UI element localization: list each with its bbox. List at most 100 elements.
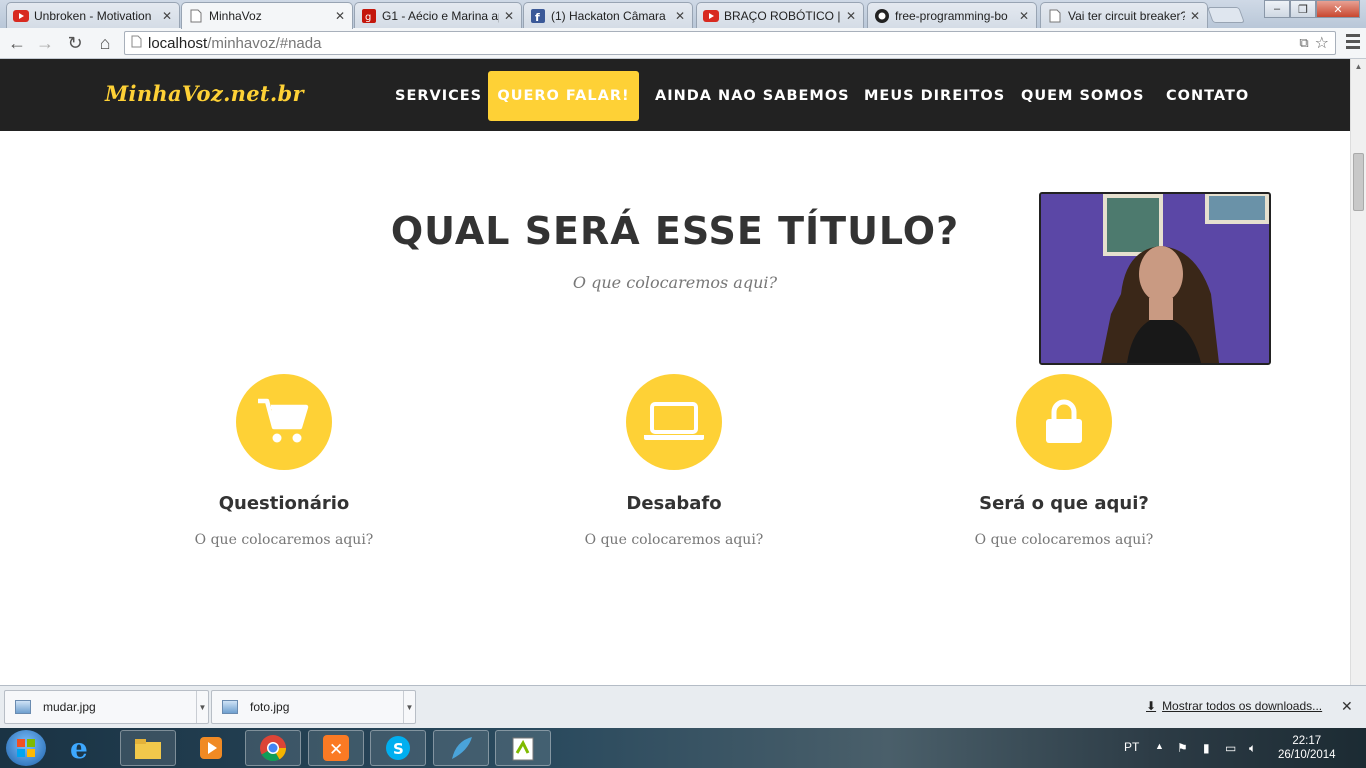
- windows-taskbar: e ✕ S PT ▲ ⚑ ▮ ▭ 🔈︎ 22:17 26/10/2014: [0, 728, 1366, 768]
- close-tab-icon[interactable]: ✕: [1189, 9, 1201, 23]
- svg-text:f: f: [535, 11, 540, 23]
- feature-text: O que colocaremos aqui?: [974, 532, 1154, 548]
- page-icon: [1047, 8, 1063, 24]
- nav-quem-somos[interactable]: QUEM SOMOS: [1006, 71, 1159, 121]
- scrollbar-thumb[interactable]: [1353, 153, 1364, 211]
- clock-date: 26/10/2014: [1278, 749, 1336, 761]
- close-window-icon[interactable]: ✕: [1316, 0, 1360, 18]
- close-tab-icon[interactable]: ✕: [1018, 9, 1030, 23]
- feature-icon-circle: [236, 374, 332, 470]
- show-all-downloads-label: Mostrar todos os downloads...: [1162, 699, 1323, 713]
- language-indicator[interactable]: PT: [1124, 740, 1139, 754]
- bookmark-star-icon[interactable]: ☆: [1315, 33, 1329, 53]
- browser-tab-strip: Unbroken - Motivation ✕ MinhaVoz ✕ g G1 …: [0, 0, 1366, 29]
- feature-title: Questionário: [218, 493, 350, 514]
- chrome-menu-icon[interactable]: [1346, 34, 1360, 52]
- lock-icon: [1046, 399, 1082, 443]
- site-navbar: MinhaVoz.net.br SERVICES QUERO FALAR! AI…: [0, 59, 1350, 131]
- close-shelf-icon[interactable]: ✕: [1341, 698, 1353, 715]
- laptop-icon: [644, 402, 704, 440]
- feature-text: O que colocaremos aqui?: [584, 532, 764, 548]
- network-icon[interactable]: ▭: [1225, 741, 1236, 755]
- page-icon: [188, 8, 204, 24]
- tab-minhavoz[interactable]: MinhaVoz ✕: [181, 2, 353, 29]
- tab-title: Vai ter circuit breaker?: [1068, 8, 1185, 23]
- feature-desabafo: Desabafo O que colocaremos aqui?: [524, 374, 824, 548]
- nav-contato[interactable]: CONTATO: [1151, 71, 1264, 121]
- skype-icon[interactable]: S: [370, 730, 426, 766]
- feature-title: Será o que aqui?: [979, 493, 1149, 514]
- home-icon[interactable]: ⌂: [94, 32, 116, 54]
- tab-title: Unbroken - Motivation: [34, 8, 152, 23]
- feature-icon-circle: [1016, 374, 1112, 470]
- close-tab-icon[interactable]: ✕: [503, 9, 515, 23]
- tab-title: (1) Hackaton Câmara: [551, 8, 666, 23]
- feature-icon-circle: [626, 374, 722, 470]
- feature-questionario: Questionário O que colocaremos aqui?: [134, 374, 434, 548]
- image-file-icon: [222, 700, 238, 714]
- tab-title: G1 - Aécio e Marina ap: [382, 8, 499, 23]
- back-arrow-icon[interactable]: ←: [6, 32, 28, 54]
- translate-icon[interactable]: ⧉: [1299, 35, 1308, 51]
- download-filename: mudar.jpg: [43, 700, 96, 714]
- reload-icon[interactable]: ↻: [64, 32, 86, 54]
- download-item[interactable]: mudar.jpg ▼: [4, 690, 209, 724]
- webcam-image: [1041, 194, 1269, 363]
- nav-ainda-nao-sabemos[interactable]: AINDA NAO SABEMOS: [640, 71, 865, 121]
- facebook-icon: f: [530, 8, 546, 24]
- site-brand[interactable]: MinhaVoz.net.br: [105, 81, 304, 106]
- download-filename: foto.jpg: [250, 700, 290, 714]
- url-path: /minhavoz/#nada: [207, 34, 322, 52]
- forward-arrow-icon[interactable]: →: [34, 32, 56, 54]
- chevron-up-icon[interactable]: ▲: [1155, 741, 1164, 751]
- page-scrollbar[interactable]: ▲: [1350, 59, 1366, 685]
- xampp-icon[interactable]: ✕: [308, 730, 364, 766]
- feature-text: O que colocaremos aqui?: [194, 532, 374, 548]
- svg-text:S: S: [393, 740, 404, 758]
- image-file-icon: [15, 700, 31, 714]
- tab-title: MinhaVoz: [209, 9, 262, 23]
- tab-braco-robotico[interactable]: BRAÇO ROBÓTICO | P ✕: [696, 2, 864, 28]
- new-tab-button[interactable]: [1207, 7, 1245, 23]
- minimize-icon[interactable]: –: [1264, 0, 1290, 18]
- volume-icon[interactable]: 🔈︎: [1249, 741, 1256, 756]
- youtube-icon: [13, 8, 29, 24]
- restore-icon[interactable]: ❐: [1290, 0, 1316, 18]
- close-tab-icon[interactable]: ✕: [161, 9, 173, 23]
- show-all-downloads-link[interactable]: ⬇ Mostrar todos os downloads...: [1146, 699, 1322, 713]
- internet-explorer-icon[interactable]: e: [70, 732, 88, 765]
- notepad-plus-plus-icon[interactable]: [495, 730, 551, 766]
- page-viewport: MinhaVoz.net.br SERVICES QUERO FALAR! AI…: [0, 59, 1350, 685]
- nav-services[interactable]: SERVICES: [380, 71, 497, 121]
- flag-icon[interactable]: ⚑: [1177, 741, 1188, 755]
- download-item[interactable]: foto.jpg ▼: [211, 690, 416, 724]
- system-clock[interactable]: 22:17 26/10/2014: [1278, 734, 1336, 762]
- chevron-down-icon[interactable]: ▼: [196, 691, 208, 723]
- tab-circuit-breaker[interactable]: Vai ter circuit breaker? ✕: [1040, 2, 1208, 28]
- start-orb-icon[interactable]: [6, 730, 46, 766]
- download-shelf: mudar.jpg ▼ foto.jpg ▼ ⬇ Mostrar todos os…: [0, 685, 1366, 728]
- tab-g1[interactable]: g G1 - Aécio e Marina ap ✕: [354, 2, 522, 28]
- tab-free-programming[interactable]: free-programming-bo ✕: [867, 2, 1037, 28]
- close-tab-icon[interactable]: ✕: [674, 9, 686, 23]
- tab-unbroken[interactable]: Unbroken - Motivation ✕: [6, 2, 180, 28]
- file-explorer-icon[interactable]: [120, 730, 176, 766]
- clock-time: 22:17: [1292, 735, 1322, 747]
- media-player-icon[interactable]: [183, 730, 239, 766]
- feature-sera-o-que: Será o que aqui? O que colocaremos aqui?: [914, 374, 1214, 548]
- close-tab-icon[interactable]: ✕: [845, 9, 857, 23]
- nav-quero-falar[interactable]: QUERO FALAR!: [488, 71, 639, 121]
- scroll-up-icon[interactable]: ▲: [1351, 59, 1366, 75]
- tab-hackaton[interactable]: f (1) Hackaton Câmara ✕: [523, 2, 693, 28]
- chrome-icon[interactable]: [245, 730, 301, 766]
- feature-title: Desabafo: [626, 493, 722, 514]
- browser-toolbar: ← → ↻ ⌂ localhost/minhavoz/#nada ⧉ ☆: [0, 28, 1366, 59]
- battery-icon[interactable]: ▮: [1203, 741, 1210, 755]
- feather-app-icon[interactable]: [433, 730, 489, 766]
- close-tab-icon[interactable]: ✕: [334, 9, 346, 23]
- window-controls: – ❐ ✕: [1264, 0, 1360, 18]
- nav-meus-direitos[interactable]: MEUS DIREITOS: [849, 71, 1020, 121]
- g1-icon: g: [361, 8, 377, 24]
- chevron-down-icon[interactable]: ▼: [403, 691, 415, 723]
- address-bar[interactable]: localhost/minhavoz/#nada ⧉ ☆: [124, 31, 1336, 55]
